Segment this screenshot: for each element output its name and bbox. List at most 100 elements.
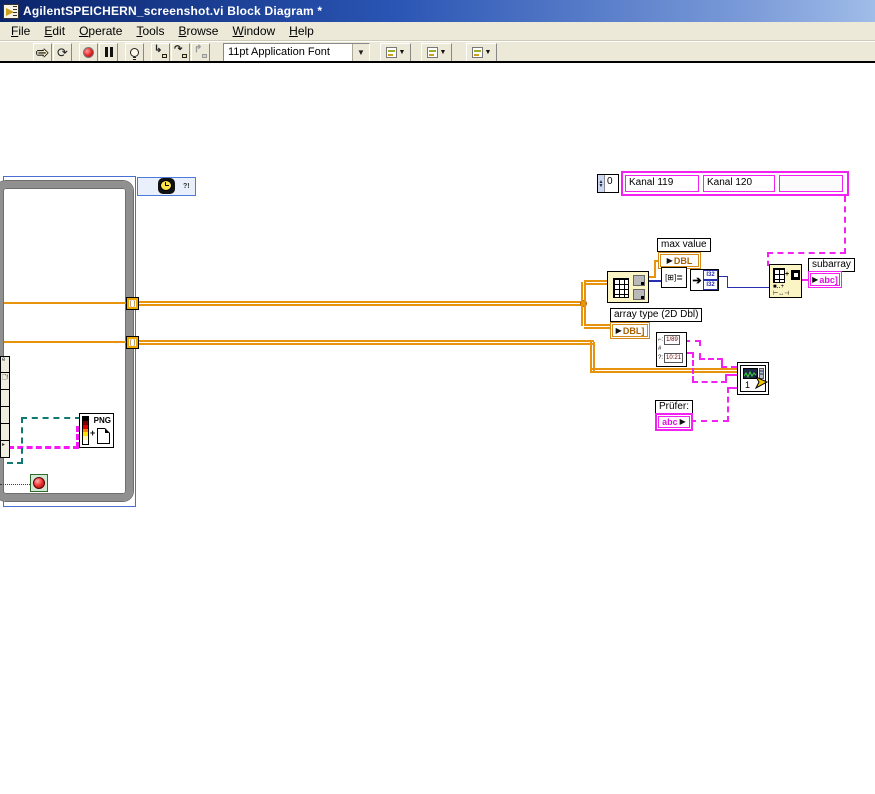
time-format-text: 10:21 — [664, 353, 684, 363]
tunnel-lower[interactable]: [ ] — [126, 336, 139, 349]
wire-dbl-array-lower[interactable] — [139, 340, 594, 345]
abort-button[interactable] — [79, 42, 98, 62]
subset-input-grid-icon — [773, 268, 785, 283]
wire-path-3[interactable] — [21, 417, 81, 419]
wire-dbl-branch-up[interactable] — [581, 282, 586, 302]
date-row-prefix: ⌐: — [658, 337, 664, 343]
highlight-execution-button[interactable] — [125, 42, 144, 62]
wire-maxvalue-2[interactable] — [654, 260, 656, 277]
channel-string-array[interactable]: Kanal 119 Kanal 120 — [621, 171, 849, 196]
font-selector-dropdown[interactable]: ▼ — [352, 43, 369, 61]
wire-dbl-inside-upper[interactable] — [4, 302, 126, 304]
labview-app-icon — [3, 3, 19, 19]
wire-string-array-1[interactable] — [844, 196, 846, 254]
wire-date-5[interactable] — [721, 366, 737, 368]
step-out-button[interactable]: ↱ — [191, 42, 210, 62]
get-date-time-string-node[interactable]: ⌐: 1/89 # ?: 10:21 — [656, 332, 687, 367]
pruefer-string-control[interactable]: abc ▶ — [655, 413, 693, 431]
array-element-1[interactable]: Kanal 119 — [625, 175, 699, 192]
array-type-indicator[interactable]: ▶ DBL] — [610, 322, 650, 339]
array-to-cluster-node[interactable]: ➔ I32 I32 — [690, 269, 719, 291]
menu-window[interactable]: Window — [225, 23, 282, 39]
align-objects-icon — [385, 46, 397, 58]
pruefer-label: Prüfer: — [655, 400, 694, 414]
cutoff-cell-6: ▸ — [0, 441, 10, 458]
array-type-label: array type (2D Dbl) — [610, 308, 703, 322]
plus-icon: + — [90, 428, 96, 438]
index-spinner-icon[interactable]: ▲ ▼ — [598, 175, 605, 192]
run-continuous-icon: ⟳ — [57, 44, 68, 60]
i32-cell-bottom: I32 — [703, 280, 718, 290]
array-element-3[interactable] — [779, 175, 843, 192]
toolbar: ⇨ ⟳ ↳ ↷ ↱ 11pt Application Font ▼ ▼ ▼ ▼ — [0, 41, 875, 62]
wire-i32-maxmin-size[interactable] — [648, 280, 662, 282]
wire-string-array-2[interactable] — [767, 252, 846, 254]
menu-file[interactable]: File — [4, 23, 37, 39]
span-glyph: ⊢↔⊣ — [773, 291, 790, 297]
max-value-label: max value — [657, 238, 711, 252]
array-size-node[interactable]: [⊞]≣ — [661, 267, 687, 288]
wire-dbl-lower-drop[interactable] — [590, 342, 595, 371]
align-objects-dropdown[interactable]: ▼ — [380, 42, 411, 62]
wire-string-png-1[interactable] — [8, 446, 79, 449]
wire-dbl-into-maxmin[interactable] — [584, 280, 608, 285]
font-selector-value: 11pt Application Font — [228, 45, 330, 58]
cutoff-node-column[interactable]: e 🗋! ▸ — [0, 356, 10, 458]
wire-pruefer-2[interactable] — [727, 387, 729, 422]
run-arrow-icon: ⇨ — [37, 44, 48, 60]
date-format-text: 1/89 — [664, 335, 680, 345]
step-into-button[interactable]: ↳ — [151, 42, 170, 62]
wire-date-2[interactable] — [699, 340, 701, 359]
array-grid-icon — [613, 278, 629, 298]
distribute-objects-dropdown[interactable]: ▼ — [421, 42, 452, 62]
run-continuous-button[interactable]: ⟳ — [53, 42, 72, 62]
wire-dbl-branch-down[interactable] — [581, 304, 586, 326]
stop-button-terminal[interactable] — [30, 474, 48, 492]
wire-path-2[interactable] — [21, 417, 23, 464]
write-report-node[interactable]: 1 — [737, 362, 769, 395]
run-button[interactable]: ⇨ — [33, 42, 52, 62]
color-ramp-icon — [82, 416, 89, 445]
step-over-button[interactable]: ↷ — [171, 42, 190, 62]
wire-dbl-into-write[interactable] — [590, 368, 738, 373]
indicator-arrow-icon: ▶ — [812, 274, 819, 284]
wire-date-3[interactable] — [699, 358, 723, 360]
wire-time-5[interactable] — [725, 374, 737, 376]
array-max-min-node[interactable] — [607, 271, 649, 303]
menu-operate[interactable]: Operate — [72, 23, 129, 39]
wire-time-3[interactable] — [692, 381, 727, 383]
step-into-icon: ↳ — [154, 44, 167, 59]
font-selector[interactable]: 11pt Application Font ▼ — [223, 42, 370, 62]
menu-tools[interactable]: Tools — [129, 23, 171, 39]
array-index-display[interactable]: ▲ ▼ 0 — [597, 174, 619, 193]
max-output-icon — [633, 275, 645, 286]
menu-help[interactable]: Help — [282, 23, 321, 39]
wait-ms-clock-icon[interactable] — [158, 178, 175, 194]
tunnel-upper[interactable]: [ ] — [126, 297, 139, 310]
file-document-icon — [97, 428, 110, 444]
subset-output-grid-icon — [791, 270, 800, 280]
wire-dbl-inside-lower[interactable] — [4, 341, 126, 343]
write-png-file-node[interactable]: PNG + — [79, 413, 114, 448]
pause-button[interactable] — [99, 42, 118, 62]
array-element-2[interactable]: Kanal 120 — [703, 175, 775, 192]
wire-time-2[interactable] — [692, 352, 694, 382]
subarray-indicator[interactable]: ▶ abc] — [808, 271, 842, 288]
wire-i32-out-3[interactable] — [727, 287, 770, 288]
wire-boolean-stop[interactable] — [0, 484, 30, 485]
menu-bar: File Edit Operate Tools Browse Window He… — [0, 22, 875, 41]
subarray-type: abc] — [819, 274, 838, 285]
array-size-icon: [⊞]≣ — [665, 273, 683, 282]
wire-dbl-array-upper[interactable] — [139, 301, 584, 306]
plus-icon: + — [785, 271, 790, 278]
menu-browse[interactable]: Browse — [171, 23, 225, 39]
menu-edit[interactable]: Edit — [37, 23, 72, 39]
block-diagram-canvas[interactable]: ?! [ ] [ ] e 🗋! ▸ PNG + ▲ ▼ 0 Kanal 119 … — [0, 63, 875, 794]
array-subset-node[interactable]: + ■‥+ ⊢↔⊣ — [769, 264, 802, 298]
wire-pruefer-3[interactable] — [727, 387, 737, 389]
wire-pruefer-1[interactable] — [690, 420, 729, 422]
array-type-type: DBL] — [622, 325, 645, 336]
wire-dbl-into-arraytype[interactable] — [584, 324, 611, 329]
array-index-value[interactable]: 0 — [605, 175, 618, 192]
reorder-dropdown[interactable]: ▼ — [466, 42, 497, 62]
